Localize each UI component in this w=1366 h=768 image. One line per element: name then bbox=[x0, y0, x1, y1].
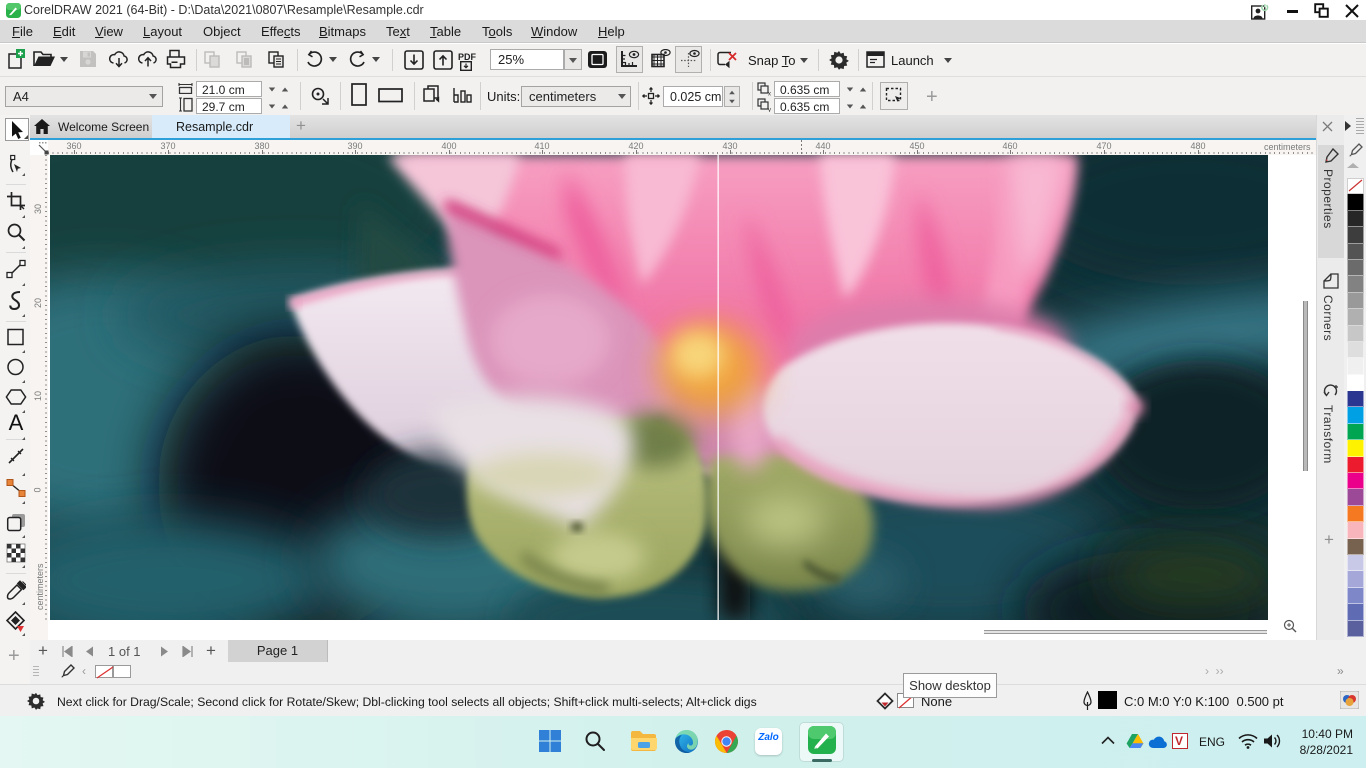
svg-text:y: y bbox=[768, 108, 771, 113]
svg-text:x: x bbox=[768, 92, 771, 97]
